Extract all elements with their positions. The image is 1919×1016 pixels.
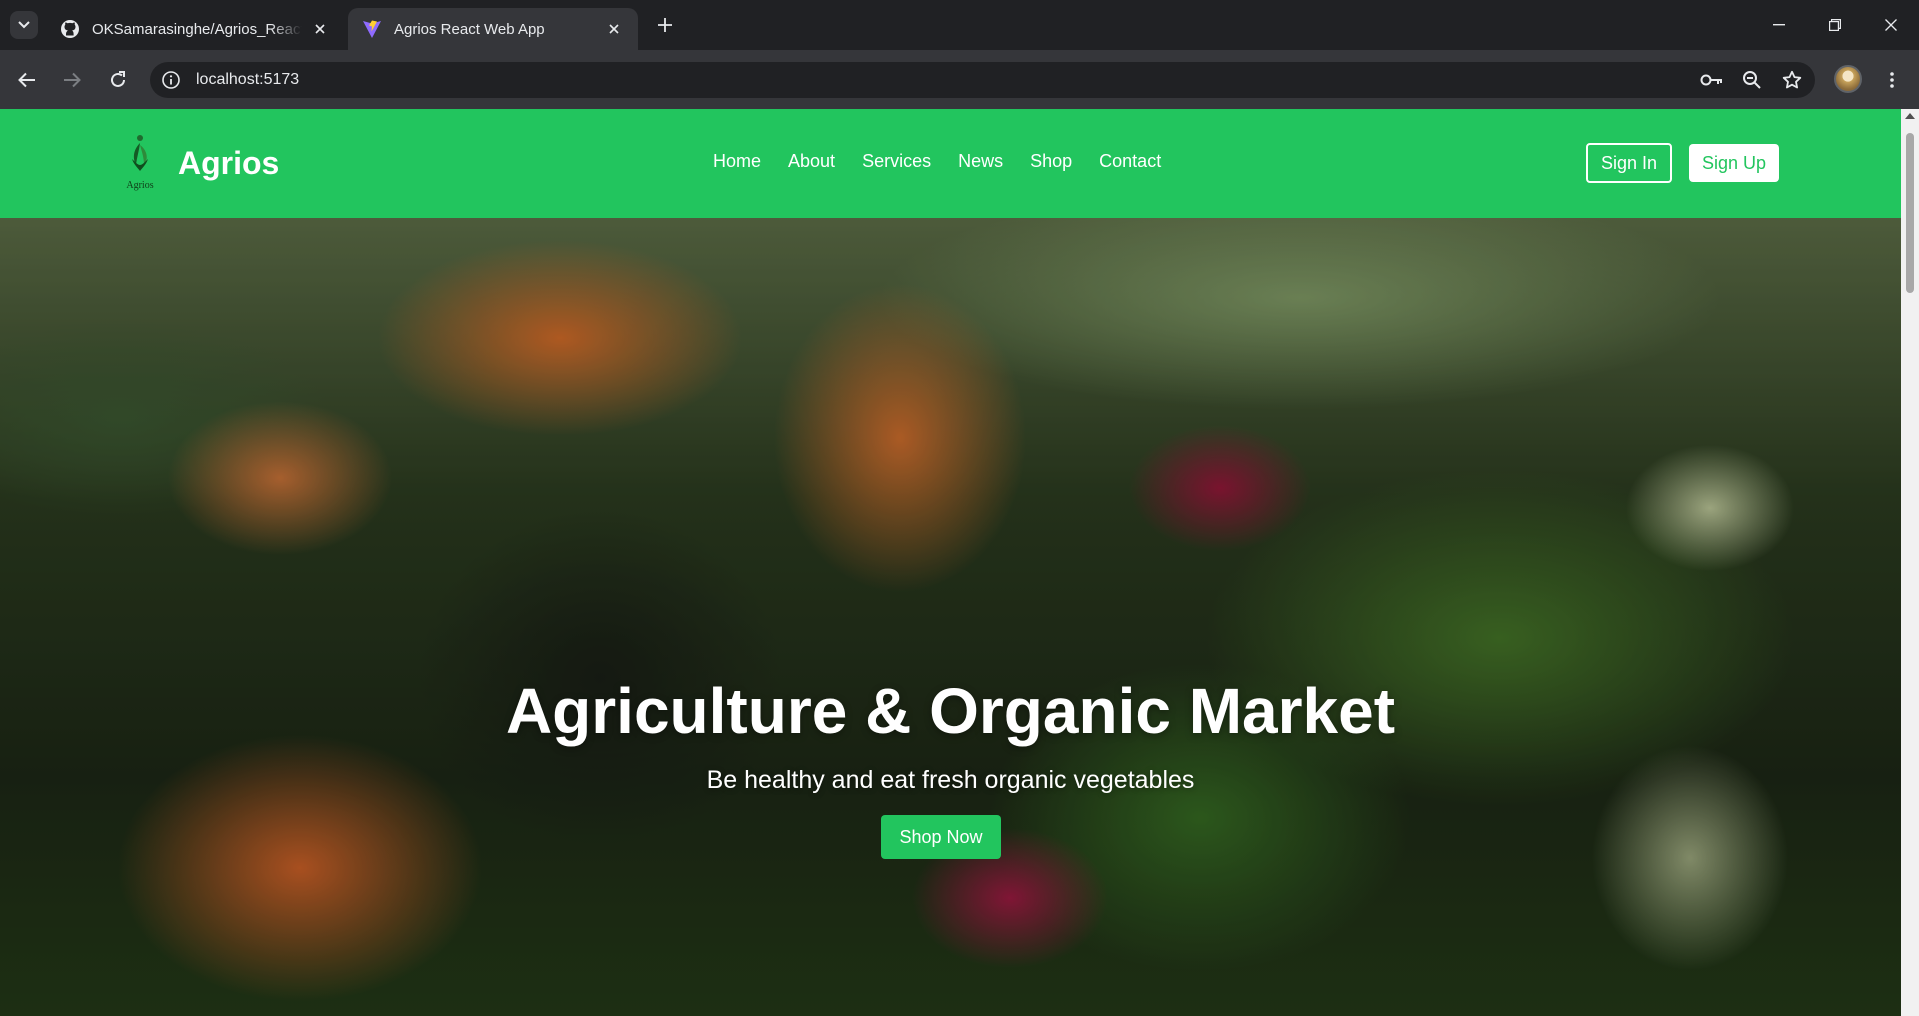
arrow-right-icon [64, 72, 81, 88]
hero-subtitle: Be healthy and eat fresh organic vegetab… [706, 766, 1195, 794]
zoom-icon[interactable] [1739, 68, 1765, 92]
scrollbar-thumb[interactable] [1906, 133, 1914, 293]
address-bar[interactable]: localhost:5173 [150, 62, 1815, 98]
nav-news[interactable]: News [958, 151, 1003, 172]
arrow-left-icon [18, 72, 35, 88]
hero-title: Agriculture & Organic Market [505, 675, 1396, 747]
minimize-button[interactable] [1751, 0, 1807, 50]
browser-menu-button[interactable] [1880, 66, 1904, 94]
nav-contact[interactable]: Contact [1099, 151, 1161, 172]
scroll-up-arrow-icon[interactable] [1905, 113, 1915, 119]
tab-agrios[interactable]: Agrios React Web App [348, 8, 638, 50]
profile-avatar[interactable] [1834, 65, 1862, 93]
page-viewport: Agrios Agrios Home About Services News S… [0, 109, 1901, 1016]
address-bar-actions [1699, 68, 1805, 92]
tab-github[interactable]: OKSamarasinghe/Agrios_React_ [46, 8, 344, 50]
info-icon[interactable] [160, 69, 182, 91]
logo-wordmark: Agrios [126, 180, 153, 191]
plus-icon [658, 18, 672, 32]
more-vert-icon [1890, 72, 1894, 88]
restore-icon [1829, 19, 1841, 31]
tab-search-button[interactable] [10, 11, 38, 39]
nav-about[interactable]: About [788, 151, 835, 172]
tab-title: Agrios React Web App [394, 20, 545, 38]
page-scrollbar[interactable] [1901, 109, 1919, 1016]
url-text[interactable]: localhost:5173 [196, 71, 299, 89]
site-navbar: Agrios Agrios Home About Services News S… [0, 109, 1901, 218]
sign-up-button[interactable]: Sign Up [1689, 144, 1779, 182]
nav-services[interactable]: Services [862, 151, 931, 172]
brand[interactable]: Agrios Agrios [120, 133, 279, 193]
reload-icon [111, 71, 125, 87]
reload-button[interactable] [103, 65, 133, 95]
sign-in-button[interactable]: Sign In [1586, 143, 1672, 183]
key-icon[interactable] [1699, 68, 1725, 92]
hero-section: Agriculture & Organic Market Be healthy … [0, 218, 1901, 1016]
minimize-icon [1773, 24, 1785, 26]
browser-tabstrip: OKSamarasinghe/Agrios_React_ Agrios Reac… [0, 0, 1919, 50]
restore-button[interactable] [1807, 0, 1863, 50]
main-nav: Home About Services News Shop Contact [713, 151, 1188, 172]
close-window-button[interactable] [1863, 0, 1919, 50]
star-icon[interactable] [1779, 68, 1805, 92]
github-icon [60, 19, 80, 39]
shop-now-button[interactable]: Shop Now [881, 815, 1001, 859]
close-icon [1885, 19, 1897, 31]
new-tab-button[interactable] [652, 12, 678, 38]
nav-shop[interactable]: Shop [1030, 151, 1072, 172]
tab-title: OKSamarasinghe/Agrios_React_ [92, 20, 302, 38]
close-icon[interactable] [604, 19, 624, 39]
back-button[interactable] [12, 65, 42, 95]
browser-toolbar: localhost:5173 [0, 50, 1919, 109]
chevron-down-icon [18, 21, 30, 29]
brand-name: Agrios [178, 144, 280, 181]
vite-icon [362, 19, 382, 39]
agrios-logo: Agrios [126, 135, 154, 191]
hero-background-image [0, 218, 1901, 1016]
window-controls [1751, 0, 1919, 50]
close-icon[interactable] [310, 19, 330, 39]
nav-home[interactable]: Home [713, 151, 761, 172]
forward-button[interactable] [57, 65, 87, 95]
